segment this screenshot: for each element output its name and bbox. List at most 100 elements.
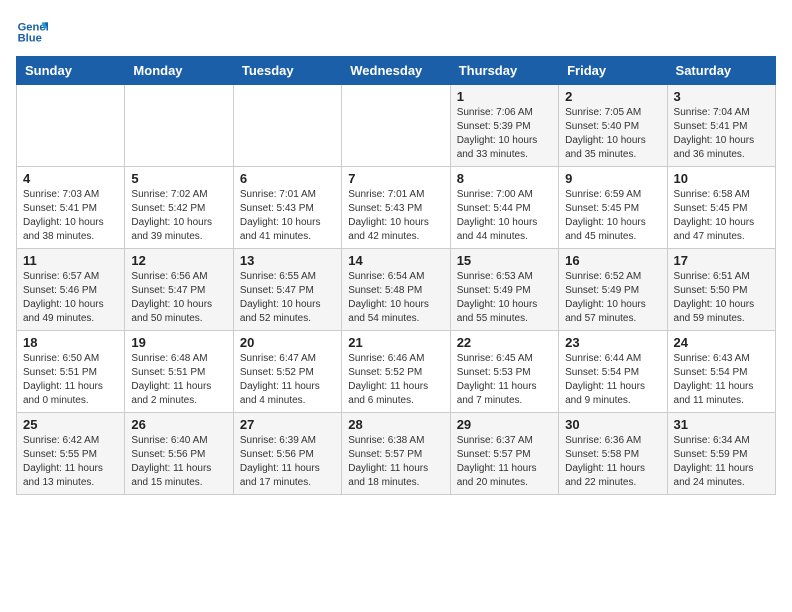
day-number: 20	[240, 335, 335, 350]
calendar-cell: 30 Sunrise: 6:36 AMSunset: 5:58 PMDayligh…	[559, 413, 667, 495]
day-number: 3	[674, 89, 769, 104]
day-number: 18	[23, 335, 118, 350]
calendar-header: SundayMondayTuesdayWednesdayThursdayFrid…	[17, 57, 776, 85]
logo: General Blue	[16, 16, 48, 48]
day-info: Sunrise: 6:56 AMSunset: 5:47 PMDaylight:…	[131, 270, 226, 326]
day-info: Sunrise: 6:43 AMSunset: 5:54 PMDaylight:…	[674, 352, 769, 408]
header-cell-sunday: Sunday	[17, 57, 125, 85]
calendar-cell: 25Sunrise: 6:42 AMSunset: 5:55 PMDayligh…	[17, 413, 125, 495]
calendar-cell: 6 Sunrise: 7:01 AMSunset: 5:43 PMDaylight…	[233, 167, 341, 249]
week-row-5: 25Sunrise: 6:42 AMSunset: 5:55 PMDayligh…	[17, 413, 776, 495]
calendar-cell: 18Sunrise: 6:50 AMSunset: 5:51 PMDayligh…	[17, 331, 125, 413]
day-number: 8	[457, 171, 552, 186]
header-cell-thursday: Thursday	[450, 57, 558, 85]
day-info: Sunrise: 7:01 AMSunset: 5:43 PMDaylight:…	[240, 188, 335, 244]
day-info: Sunrise: 6:53 AMSunset: 5:49 PMDaylight:…	[457, 270, 552, 326]
day-info: Sunrise: 7:01 AMSunset: 5:43 PMDaylight:…	[348, 188, 443, 244]
calendar-cell: 12 Sunrise: 6:56 AMSunset: 5:47 PMDayligh…	[125, 249, 233, 331]
calendar-cell: 15 Sunrise: 6:53 AMSunset: 5:49 PMDayligh…	[450, 249, 558, 331]
day-number: 14	[348, 253, 443, 268]
calendar-cell: 7 Sunrise: 7:01 AMSunset: 5:43 PMDaylight…	[342, 167, 450, 249]
day-info: Sunrise: 7:02 AMSunset: 5:42 PMDaylight:…	[131, 188, 226, 244]
day-info: Sunrise: 7:06 AMSunset: 5:39 PMDaylight:…	[457, 106, 552, 162]
calendar-cell: 29 Sunrise: 6:37 AMSunset: 5:57 PMDayligh…	[450, 413, 558, 495]
calendar-cell: 14 Sunrise: 6:54 AMSunset: 5:48 PMDayligh…	[342, 249, 450, 331]
day-info: Sunrise: 6:54 AMSunset: 5:48 PMDaylight:…	[348, 270, 443, 326]
calendar-cell: 27 Sunrise: 6:39 AMSunset: 5:56 PMDayligh…	[233, 413, 341, 495]
calendar-cell: 21Sunrise: 6:46 AMSunset: 5:52 PMDayligh…	[342, 331, 450, 413]
calendar-cell: 8 Sunrise: 7:00 AMSunset: 5:44 PMDaylight…	[450, 167, 558, 249]
week-row-2: 4Sunrise: 7:03 AMSunset: 5:41 PMDaylight…	[17, 167, 776, 249]
day-number: 23	[565, 335, 660, 350]
day-number: 27	[240, 417, 335, 432]
day-number: 19	[131, 335, 226, 350]
calendar-cell: 19 Sunrise: 6:48 AMSunset: 5:51 PMDayligh…	[125, 331, 233, 413]
calendar-cell: 1 Sunrise: 7:06 AMSunset: 5:39 PMDaylight…	[450, 85, 558, 167]
day-info: Sunrise: 6:59 AMSunset: 5:45 PMDaylight:…	[565, 188, 660, 244]
week-row-3: 11 Sunrise: 6:57 AMSunset: 5:46 PMDayligh…	[17, 249, 776, 331]
calendar-cell: 26 Sunrise: 6:40 AMSunset: 5:56 PMDayligh…	[125, 413, 233, 495]
day-info: Sunrise: 6:44 AMSunset: 5:54 PMDaylight:…	[565, 352, 660, 408]
day-number: 17	[674, 253, 769, 268]
calendar-cell: 3Sunrise: 7:04 AMSunset: 5:41 PMDaylight…	[667, 85, 775, 167]
calendar-cell: 23 Sunrise: 6:44 AMSunset: 5:54 PMDayligh…	[559, 331, 667, 413]
day-number: 31	[674, 417, 769, 432]
day-info: Sunrise: 6:48 AMSunset: 5:51 PMDaylight:…	[131, 352, 226, 408]
header-cell-wednesday: Wednesday	[342, 57, 450, 85]
day-number: 7	[348, 171, 443, 186]
calendar-cell	[233, 85, 341, 167]
day-number: 5	[131, 171, 226, 186]
day-info: Sunrise: 6:34 AMSunset: 5:59 PMDaylight:…	[674, 434, 769, 490]
day-number: 30	[565, 417, 660, 432]
calendar-cell: 10 Sunrise: 6:58 AMSunset: 5:45 PMDayligh…	[667, 167, 775, 249]
day-number: 9	[565, 171, 660, 186]
day-number: 15	[457, 253, 552, 268]
day-number: 1	[457, 89, 552, 104]
day-info: Sunrise: 6:38 AMSunset: 5:57 PMDaylight:…	[348, 434, 443, 490]
calendar-cell: 5 Sunrise: 7:02 AMSunset: 5:42 PMDaylight…	[125, 167, 233, 249]
calendar-cell	[125, 85, 233, 167]
week-row-1: 1 Sunrise: 7:06 AMSunset: 5:39 PMDaylight…	[17, 85, 776, 167]
calendar-cell: 17 Sunrise: 6:51 AMSunset: 5:50 PMDayligh…	[667, 249, 775, 331]
day-info: Sunrise: 7:03 AMSunset: 5:41 PMDaylight:…	[23, 188, 118, 244]
day-number: 28	[348, 417, 443, 432]
day-info: Sunrise: 6:39 AMSunset: 5:56 PMDaylight:…	[240, 434, 335, 490]
day-number: 24	[674, 335, 769, 350]
calendar-cell	[342, 85, 450, 167]
day-number: 11	[23, 253, 118, 268]
day-info: Sunrise: 6:46 AMSunset: 5:52 PMDaylight:…	[348, 352, 443, 408]
day-info: Sunrise: 6:55 AMSunset: 5:47 PMDaylight:…	[240, 270, 335, 326]
day-info: Sunrise: 6:40 AMSunset: 5:56 PMDaylight:…	[131, 434, 226, 490]
day-number: 6	[240, 171, 335, 186]
calendar-cell: 31 Sunrise: 6:34 AMSunset: 5:59 PMDayligh…	[667, 413, 775, 495]
day-info: Sunrise: 6:57 AMSunset: 5:46 PMDaylight:…	[23, 270, 118, 326]
day-number: 29	[457, 417, 552, 432]
header-cell-friday: Friday	[559, 57, 667, 85]
day-number: 16	[565, 253, 660, 268]
header-cell-monday: Monday	[125, 57, 233, 85]
day-info: Sunrise: 6:58 AMSunset: 5:45 PMDaylight:…	[674, 188, 769, 244]
calendar-cell: 22Sunrise: 6:45 AMSunset: 5:53 PMDayligh…	[450, 331, 558, 413]
calendar-cell: 11 Sunrise: 6:57 AMSunset: 5:46 PMDayligh…	[17, 249, 125, 331]
day-number: 10	[674, 171, 769, 186]
svg-text:Blue: Blue	[18, 33, 42, 45]
calendar-cell: 28 Sunrise: 6:38 AMSunset: 5:57 PMDayligh…	[342, 413, 450, 495]
day-number: 12	[131, 253, 226, 268]
calendar-cell: 20Sunrise: 6:47 AMSunset: 5:52 PMDayligh…	[233, 331, 341, 413]
week-row-4: 18Sunrise: 6:50 AMSunset: 5:51 PMDayligh…	[17, 331, 776, 413]
day-info: Sunrise: 6:52 AMSunset: 5:49 PMDaylight:…	[565, 270, 660, 326]
day-info: Sunrise: 6:37 AMSunset: 5:57 PMDaylight:…	[457, 434, 552, 490]
day-info: Sunrise: 6:45 AMSunset: 5:53 PMDaylight:…	[457, 352, 552, 408]
header-row: SundayMondayTuesdayWednesdayThursdayFrid…	[17, 57, 776, 85]
header-cell-saturday: Saturday	[667, 57, 775, 85]
page-header: General Blue	[16, 16, 776, 48]
day-info: Sunrise: 7:00 AMSunset: 5:44 PMDaylight:…	[457, 188, 552, 244]
calendar-cell: 2Sunrise: 7:05 AMSunset: 5:40 PMDaylight…	[559, 85, 667, 167]
calendar-body: 1 Sunrise: 7:06 AMSunset: 5:39 PMDaylight…	[17, 85, 776, 495]
calendar-cell: 9 Sunrise: 6:59 AMSunset: 5:45 PMDaylight…	[559, 167, 667, 249]
day-info: Sunrise: 6:51 AMSunset: 5:50 PMDaylight:…	[674, 270, 769, 326]
calendar-table: SundayMondayTuesdayWednesdayThursdayFrid…	[16, 56, 776, 495]
day-info: Sunrise: 6:36 AMSunset: 5:58 PMDaylight:…	[565, 434, 660, 490]
day-number: 26	[131, 417, 226, 432]
calendar-cell: 16 Sunrise: 6:52 AMSunset: 5:49 PMDayligh…	[559, 249, 667, 331]
